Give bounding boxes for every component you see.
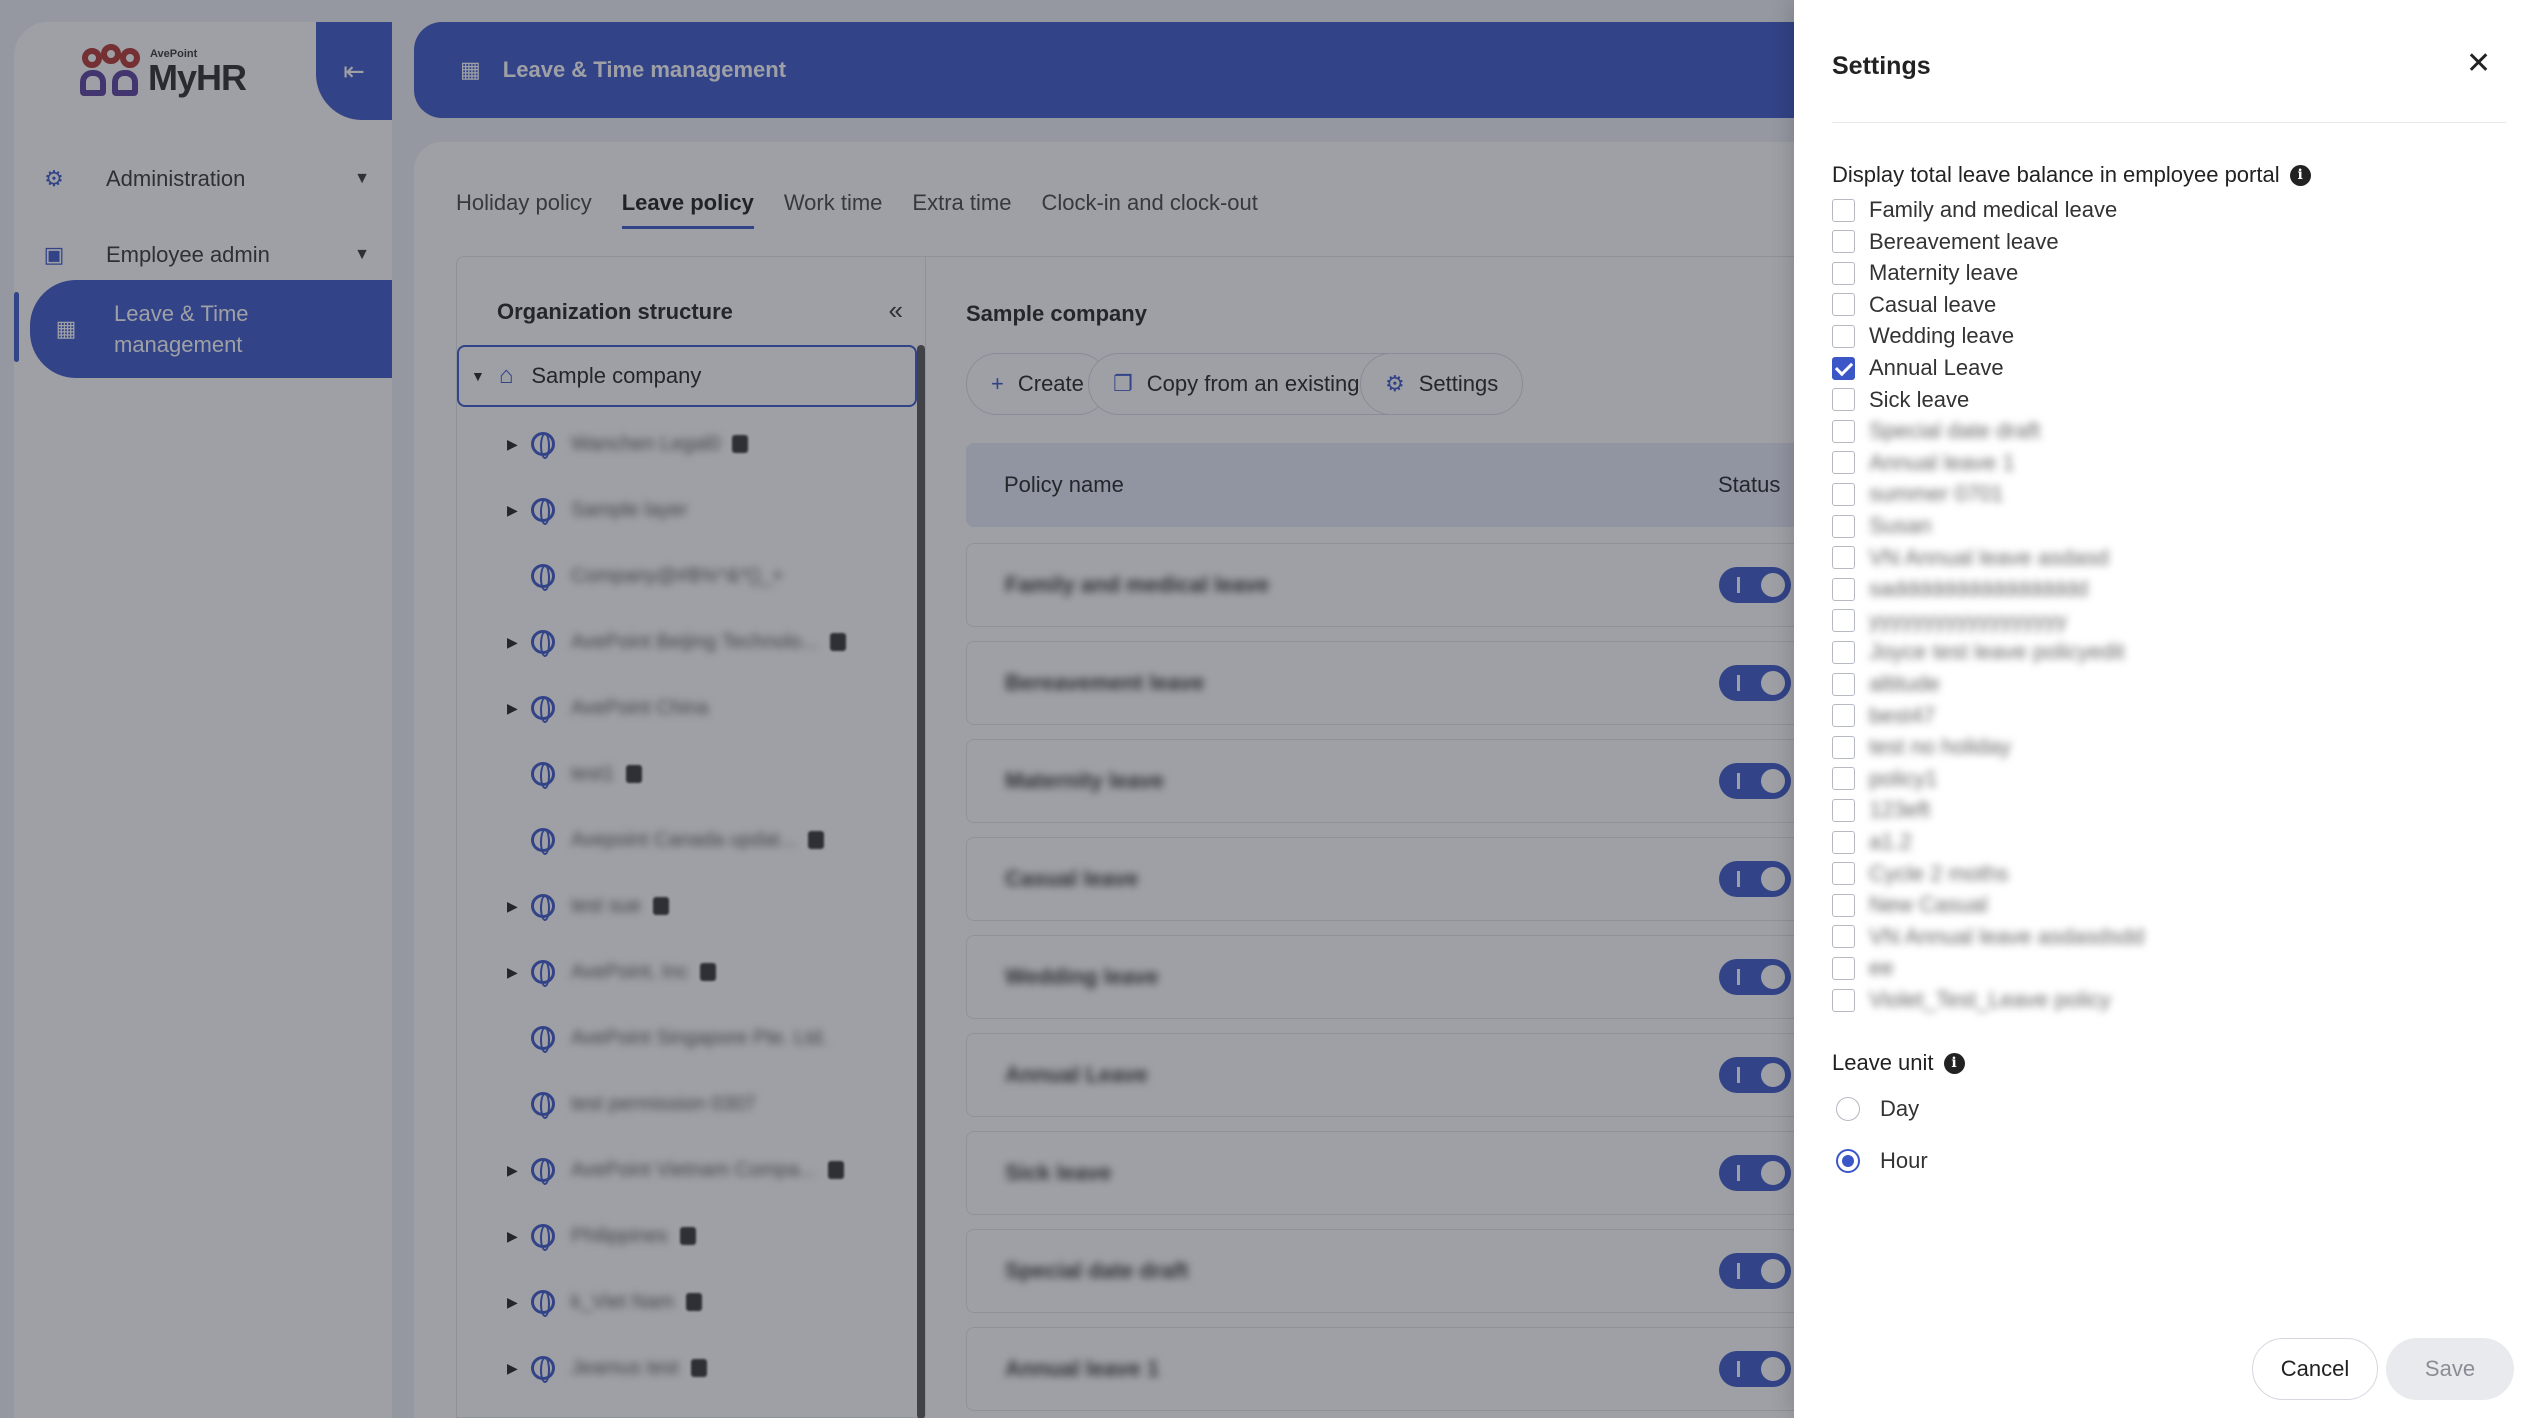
checkbox[interactable] bbox=[1832, 988, 1855, 1012]
leave-type-checkbox-row[interactable]: Cycle 2 moths bbox=[1832, 860, 2008, 888]
checkbox-label: a1.2 bbox=[1869, 829, 1912, 854]
save-button[interactable]: Save bbox=[2386, 1338, 2514, 1400]
checkbox-label: Special date draft bbox=[1869, 418, 2041, 444]
checkbox-label: policy1 bbox=[1869, 765, 1938, 791]
leave-type-checkbox-row[interactable]: sadddddddddddddddd bbox=[1832, 575, 2088, 603]
leave-type-checkbox-row[interactable]: Joyce test leave policyedit bbox=[1832, 638, 2125, 666]
leave-type-checkbox-row[interactable]: Special date draft bbox=[1832, 417, 2040, 445]
leave-type-checkbox-row[interactable]: VN Annual leave asdasd bbox=[1832, 544, 2109, 572]
leave-type-checkbox-row[interactable]: ee bbox=[1832, 954, 1893, 982]
checkbox[interactable] bbox=[1832, 704, 1855, 728]
leave-type-checkbox-row[interactable]: Family and medical leave bbox=[1832, 196, 2117, 224]
checkbox-label: Maternity leave bbox=[1869, 260, 2019, 286]
leave-type-checkbox-row[interactable]: Sick leave bbox=[1832, 386, 1969, 414]
radio-hour[interactable]: Hour bbox=[1836, 1148, 1928, 1174]
checkbox-label: sadddddddddddddddd bbox=[1869, 576, 2089, 602]
checkbox[interactable] bbox=[1832, 261, 1855, 285]
close-icon[interactable]: ✕ bbox=[2466, 46, 2491, 81]
checkbox-label: altitude bbox=[1869, 671, 1940, 696]
checkbox-label: New Casual bbox=[1869, 892, 1988, 918]
radio-label: Hour bbox=[1880, 1148, 1928, 1173]
checkbox-label: VN Annual leave asdasd bbox=[1869, 544, 2109, 570]
leave-unit-label: Leave unit i bbox=[1832, 1050, 1965, 1076]
checkbox-label: Bereavement leave bbox=[1869, 228, 2059, 254]
info-icon[interactable]: i bbox=[1943, 1052, 1965, 1074]
checkbox[interactable] bbox=[1832, 767, 1855, 791]
checkbox[interactable] bbox=[1832, 230, 1855, 254]
leave-type-checkbox-row[interactable]: New Casual bbox=[1832, 891, 1988, 919]
checkbox-label: Annual Leave bbox=[1869, 355, 2004, 380]
checkbox-label: 123eft bbox=[1869, 797, 1931, 823]
checkbox-label: Cycle 2 moths bbox=[1869, 860, 2009, 886]
leave-type-checkbox-row[interactable]: best47 bbox=[1832, 702, 1935, 730]
leave-type-checkbox-row[interactable]: Annual leave 1 bbox=[1832, 449, 2015, 477]
drawer-title: Settings bbox=[1832, 52, 1931, 80]
leave-type-checkbox-row[interactable]: summer 0701 bbox=[1832, 480, 2004, 508]
info-icon[interactable]: i bbox=[2289, 164, 2311, 186]
leave-type-checkbox-row[interactable]: Violet_Test_Leave policy bbox=[1832, 986, 2111, 1014]
checkbox[interactable] bbox=[1832, 198, 1855, 222]
checkbox[interactable] bbox=[1832, 640, 1855, 664]
checkbox[interactable] bbox=[1832, 893, 1855, 917]
checkbox[interactable] bbox=[1832, 419, 1855, 443]
checkbox-label: yyyyyyyyyyyyyyyyyy bbox=[1869, 607, 2067, 633]
checkbox[interactable] bbox=[1832, 482, 1855, 506]
checkbox-label: VN Annual leave asdasdsdd bbox=[1869, 923, 2145, 949]
display-balance-text: Display total leave balance in employee … bbox=[1832, 162, 2280, 187]
leave-type-checkbox-row[interactable]: policy1 bbox=[1832, 765, 1937, 793]
checkbox-label: Sick leave bbox=[1869, 386, 1970, 412]
checkbox[interactable] bbox=[1832, 798, 1855, 822]
checkbox[interactable] bbox=[1832, 451, 1855, 475]
leave-type-checkbox-row[interactable]: Susan bbox=[1832, 512, 1931, 540]
leave-type-checkbox-row[interactable]: Wedding leave bbox=[1832, 322, 2014, 350]
leave-type-checkbox-row[interactable]: Casual leave bbox=[1832, 291, 1996, 319]
checkbox[interactable] bbox=[1832, 830, 1855, 854]
checkbox[interactable] bbox=[1832, 925, 1855, 949]
checkbox[interactable] bbox=[1832, 609, 1855, 633]
checkbox-label: Wedding leave bbox=[1869, 323, 2015, 349]
checkbox[interactable] bbox=[1832, 514, 1855, 538]
checkbox-label: test no holiday bbox=[1869, 734, 2011, 760]
checkbox-label: best47 bbox=[1869, 702, 1936, 728]
leave-type-checkbox-row[interactable]: altitude bbox=[1832, 670, 1940, 698]
leave-type-checkbox-row[interactable]: Maternity leave bbox=[1832, 259, 2018, 287]
checkbox-label: summer 0701 bbox=[1869, 481, 2004, 507]
leave-type-checkbox-row[interactable]: test no holiday bbox=[1832, 733, 2011, 761]
radio-button[interactable] bbox=[1836, 1149, 1860, 1173]
leave-type-checkbox-row[interactable]: VN Annual leave asdasdsdd bbox=[1832, 923, 2144, 951]
checkbox[interactable] bbox=[1832, 546, 1855, 570]
checkbox[interactable] bbox=[1832, 735, 1855, 759]
checkbox[interactable] bbox=[1832, 862, 1855, 886]
checkbox-label: Annual leave 1 bbox=[1869, 449, 2015, 475]
checkbox[interactable] bbox=[1832, 356, 1855, 380]
checkbox-label: Family and medical leave bbox=[1869, 197, 2118, 222]
settings-drawer: Settings ✕ Display total leave balance i… bbox=[1794, 0, 2528, 1418]
checkbox[interactable] bbox=[1832, 577, 1855, 601]
checkbox[interactable] bbox=[1832, 956, 1855, 980]
checkbox-label: ee bbox=[1869, 955, 1894, 981]
leave-type-checkbox-row[interactable]: Annual Leave bbox=[1832, 354, 2004, 382]
checkbox[interactable] bbox=[1832, 672, 1855, 696]
checkbox[interactable] bbox=[1832, 388, 1855, 412]
display-balance-label: Display total leave balance in employee … bbox=[1832, 162, 2311, 188]
radio-day[interactable]: Day bbox=[1836, 1096, 1919, 1122]
leave-type-checkbox-row[interactable]: a1.2 bbox=[1832, 828, 1912, 856]
radio-label: Day bbox=[1880, 1096, 1920, 1121]
leave-type-checkbox-row[interactable]: 123eft bbox=[1832, 796, 1930, 824]
leave-type-checkbox-row[interactable]: Bereavement leave bbox=[1832, 228, 2059, 256]
checkbox-label: Susan bbox=[1869, 513, 1932, 538]
leave-type-checkbox-row[interactable]: yyyyyyyyyyyyyyyyyy bbox=[1832, 607, 2067, 635]
radio-button[interactable] bbox=[1836, 1097, 1860, 1121]
checkbox[interactable] bbox=[1832, 293, 1855, 317]
leave-unit-text: Leave unit bbox=[1832, 1050, 1934, 1075]
checkbox[interactable] bbox=[1832, 324, 1855, 348]
checkbox-label: Casual leave bbox=[1869, 291, 1997, 317]
divider bbox=[1832, 122, 2506, 123]
checkbox-label: Violet_Test_Leave policy bbox=[1869, 987, 2111, 1012]
checkbox-label: Joyce test leave policyedit bbox=[1869, 639, 2125, 665]
cancel-button[interactable]: Cancel bbox=[2252, 1338, 2378, 1400]
